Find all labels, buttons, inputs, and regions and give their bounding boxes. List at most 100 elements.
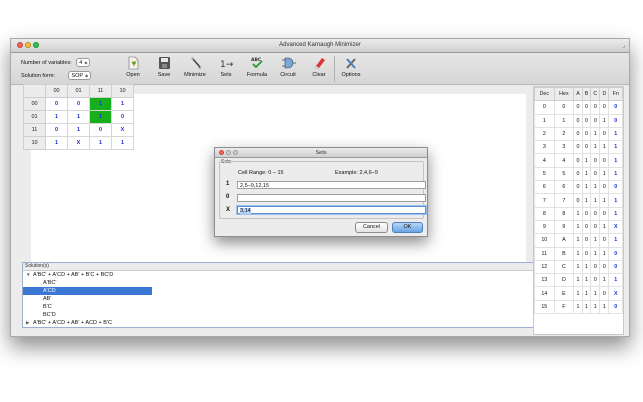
window-title: Advanced Karnaugh Minimizer [279, 42, 361, 48]
kmap-cell[interactable]: 0 [111, 110, 134, 124]
formula-icon: ABC [251, 57, 263, 69]
truth-fn-cell[interactable]: 1 [608, 273, 623, 288]
kmap-cell[interactable]: 1 [67, 110, 90, 124]
options-button[interactable]: Options [337, 54, 365, 83]
disclosure-open-icon[interactable]: ▼ [26, 271, 33, 279]
truth-cell: 0 [553, 100, 575, 115]
truth-cell: 12 [534, 259, 555, 275]
truth-fn-cell[interactable]: X [608, 286, 623, 301]
kmap-cell[interactable]: 0 [45, 97, 68, 111]
kmap-cell[interactable]: 0 [45, 123, 68, 137]
kmap-cell[interactable]: 0 [67, 97, 90, 111]
clear-label: Clear [312, 72, 326, 78]
truth-cell: 1 [581, 166, 592, 182]
toolbar: Number of variables: 4 ◆ Solution form: S… [11, 53, 629, 85]
resize-icon[interactable]: ⌟ [622, 42, 625, 49]
truth-cell: 0 [581, 140, 592, 155]
ones-label: 1 [226, 181, 230, 187]
circuit-icon [281, 57, 296, 69]
truth-cell: 0 [581, 126, 592, 142]
truth-cell: 8 [553, 206, 575, 221]
truth-cell: 0 [573, 126, 583, 142]
truth-cell: 1 [573, 259, 583, 275]
truth-fn-cell[interactable]: 0 [608, 246, 623, 261]
sets-button[interactable]: 1→9 Sets [212, 54, 240, 83]
save-label: Save [157, 72, 171, 78]
solution-term-row[interactable]: B'C [23, 303, 541, 311]
solution-group-row[interactable]: ▼ A'BC' + A'CD + AB' + B'C + BC'D [23, 271, 541, 279]
circuit-button[interactable]: Circuit [274, 54, 302, 83]
truth-cell: 1 [581, 259, 592, 275]
kmap-row-header: 10 [23, 136, 46, 150]
toolbar-divider [334, 56, 335, 82]
truth-col-header: Fn [608, 86, 623, 102]
truth-fn-cell[interactable]: 1 [608, 126, 623, 142]
ones-input[interactable]: 2,5–9,12,15 [237, 181, 426, 189]
solution-term-row[interactable]: AB' [23, 295, 541, 303]
truth-row: 4401001 [534, 153, 623, 168]
zeros-input[interactable] [237, 194, 426, 202]
minimize-icon [190, 57, 201, 69]
truth-fn-cell[interactable]: 1 [608, 153, 623, 168]
open-button[interactable]: Open [119, 54, 147, 83]
truth-row: 5501011 [534, 166, 623, 182]
truth-cell: 0 [599, 126, 610, 142]
kmap-cell[interactable]: X [111, 123, 134, 137]
truth-cell: 1 [590, 126, 601, 142]
truth-fn-cell[interactable]: 0 [608, 180, 623, 195]
truth-fn-cell[interactable]: 1 [608, 140, 623, 155]
num-vars-value: 4 [79, 60, 83, 66]
kmap-row-header: 00 [23, 97, 46, 111]
kmap-cell[interactable]: 1 [89, 136, 112, 150]
truth-cell: 0 [573, 193, 583, 208]
kmap-cell[interactable]: 0 [89, 123, 112, 137]
kmap-cell[interactable]: 1 [45, 136, 68, 150]
solution-group-row[interactable]: ▶ A'BC' + A'CD + AB' + ACD + B'C [23, 319, 541, 327]
solution-term-row[interactable]: BC'D [23, 311, 541, 319]
kmap-cell[interactable]: 1 [89, 97, 112, 111]
dontcare-input[interactable]: 3,14 [237, 206, 426, 214]
truth-row: 1100010 [534, 113, 623, 128]
truth-fn-cell[interactable]: 0 [608, 113, 623, 128]
truth-fn-cell[interactable]: 1 [608, 206, 623, 221]
truth-cell: 2 [534, 126, 555, 142]
truth-cell: 1 [573, 219, 583, 235]
truth-fn-cell[interactable]: 1 [608, 193, 623, 208]
truth-row: 3300111 [534, 140, 623, 155]
kmap-cell[interactable]: 1 [89, 110, 112, 124]
updown-icon: ◆ [84, 60, 88, 65]
save-button[interactable]: Save [150, 54, 178, 83]
formula-button[interactable]: ABC Formula [243, 54, 271, 83]
truth-fn-cell[interactable]: X [608, 219, 623, 235]
truth-cell: 0 [573, 166, 583, 182]
truth-fn-cell[interactable]: 0 [608, 259, 623, 275]
zeros-label: 0 [226, 194, 230, 200]
kmap-cell[interactable]: 1 [45, 110, 68, 124]
solution-term-row[interactable]: A'BC' [23, 279, 541, 287]
truth-fn-cell[interactable]: 0 [608, 100, 623, 115]
kmap-cell[interactable]: 1 [111, 97, 134, 111]
truth-fn-cell[interactable]: 1 [608, 166, 623, 182]
truth-cell: B [553, 246, 575, 261]
truth-cell: 1 [599, 140, 610, 155]
truth-fn-cell[interactable]: 0 [608, 299, 623, 315]
kmap-cell[interactable]: 1 [111, 136, 134, 150]
num-vars-select[interactable]: 4 ◆ [76, 58, 91, 67]
ok-button[interactable]: OK [392, 222, 423, 233]
solution-form-select[interactable]: SOP ◆ [68, 71, 92, 80]
truth-cell: 1 [599, 219, 610, 235]
truth-col-header: D [599, 86, 610, 102]
cancel-button[interactable]: Cancel [355, 222, 388, 233]
solution-term-row-selected[interactable]: A'CD [23, 287, 152, 295]
kmap-cell[interactable]: 1 [67, 123, 90, 137]
minimize-button[interactable]: Minimize [181, 54, 209, 83]
clear-button[interactable]: Clear [305, 54, 333, 83]
truth-cell: 0 [573, 180, 583, 195]
example-text: Example: 2,4,6–9 [335, 170, 378, 176]
kmap-cell[interactable]: X [67, 136, 90, 150]
formula-label: Formula [246, 72, 268, 78]
truth-cell: 1 [581, 153, 592, 168]
disclosure-closed-icon[interactable]: ▶ [26, 319, 33, 327]
dontcare-value: 3,14 [240, 208, 251, 214]
truth-fn-cell[interactable]: 1 [608, 233, 623, 248]
